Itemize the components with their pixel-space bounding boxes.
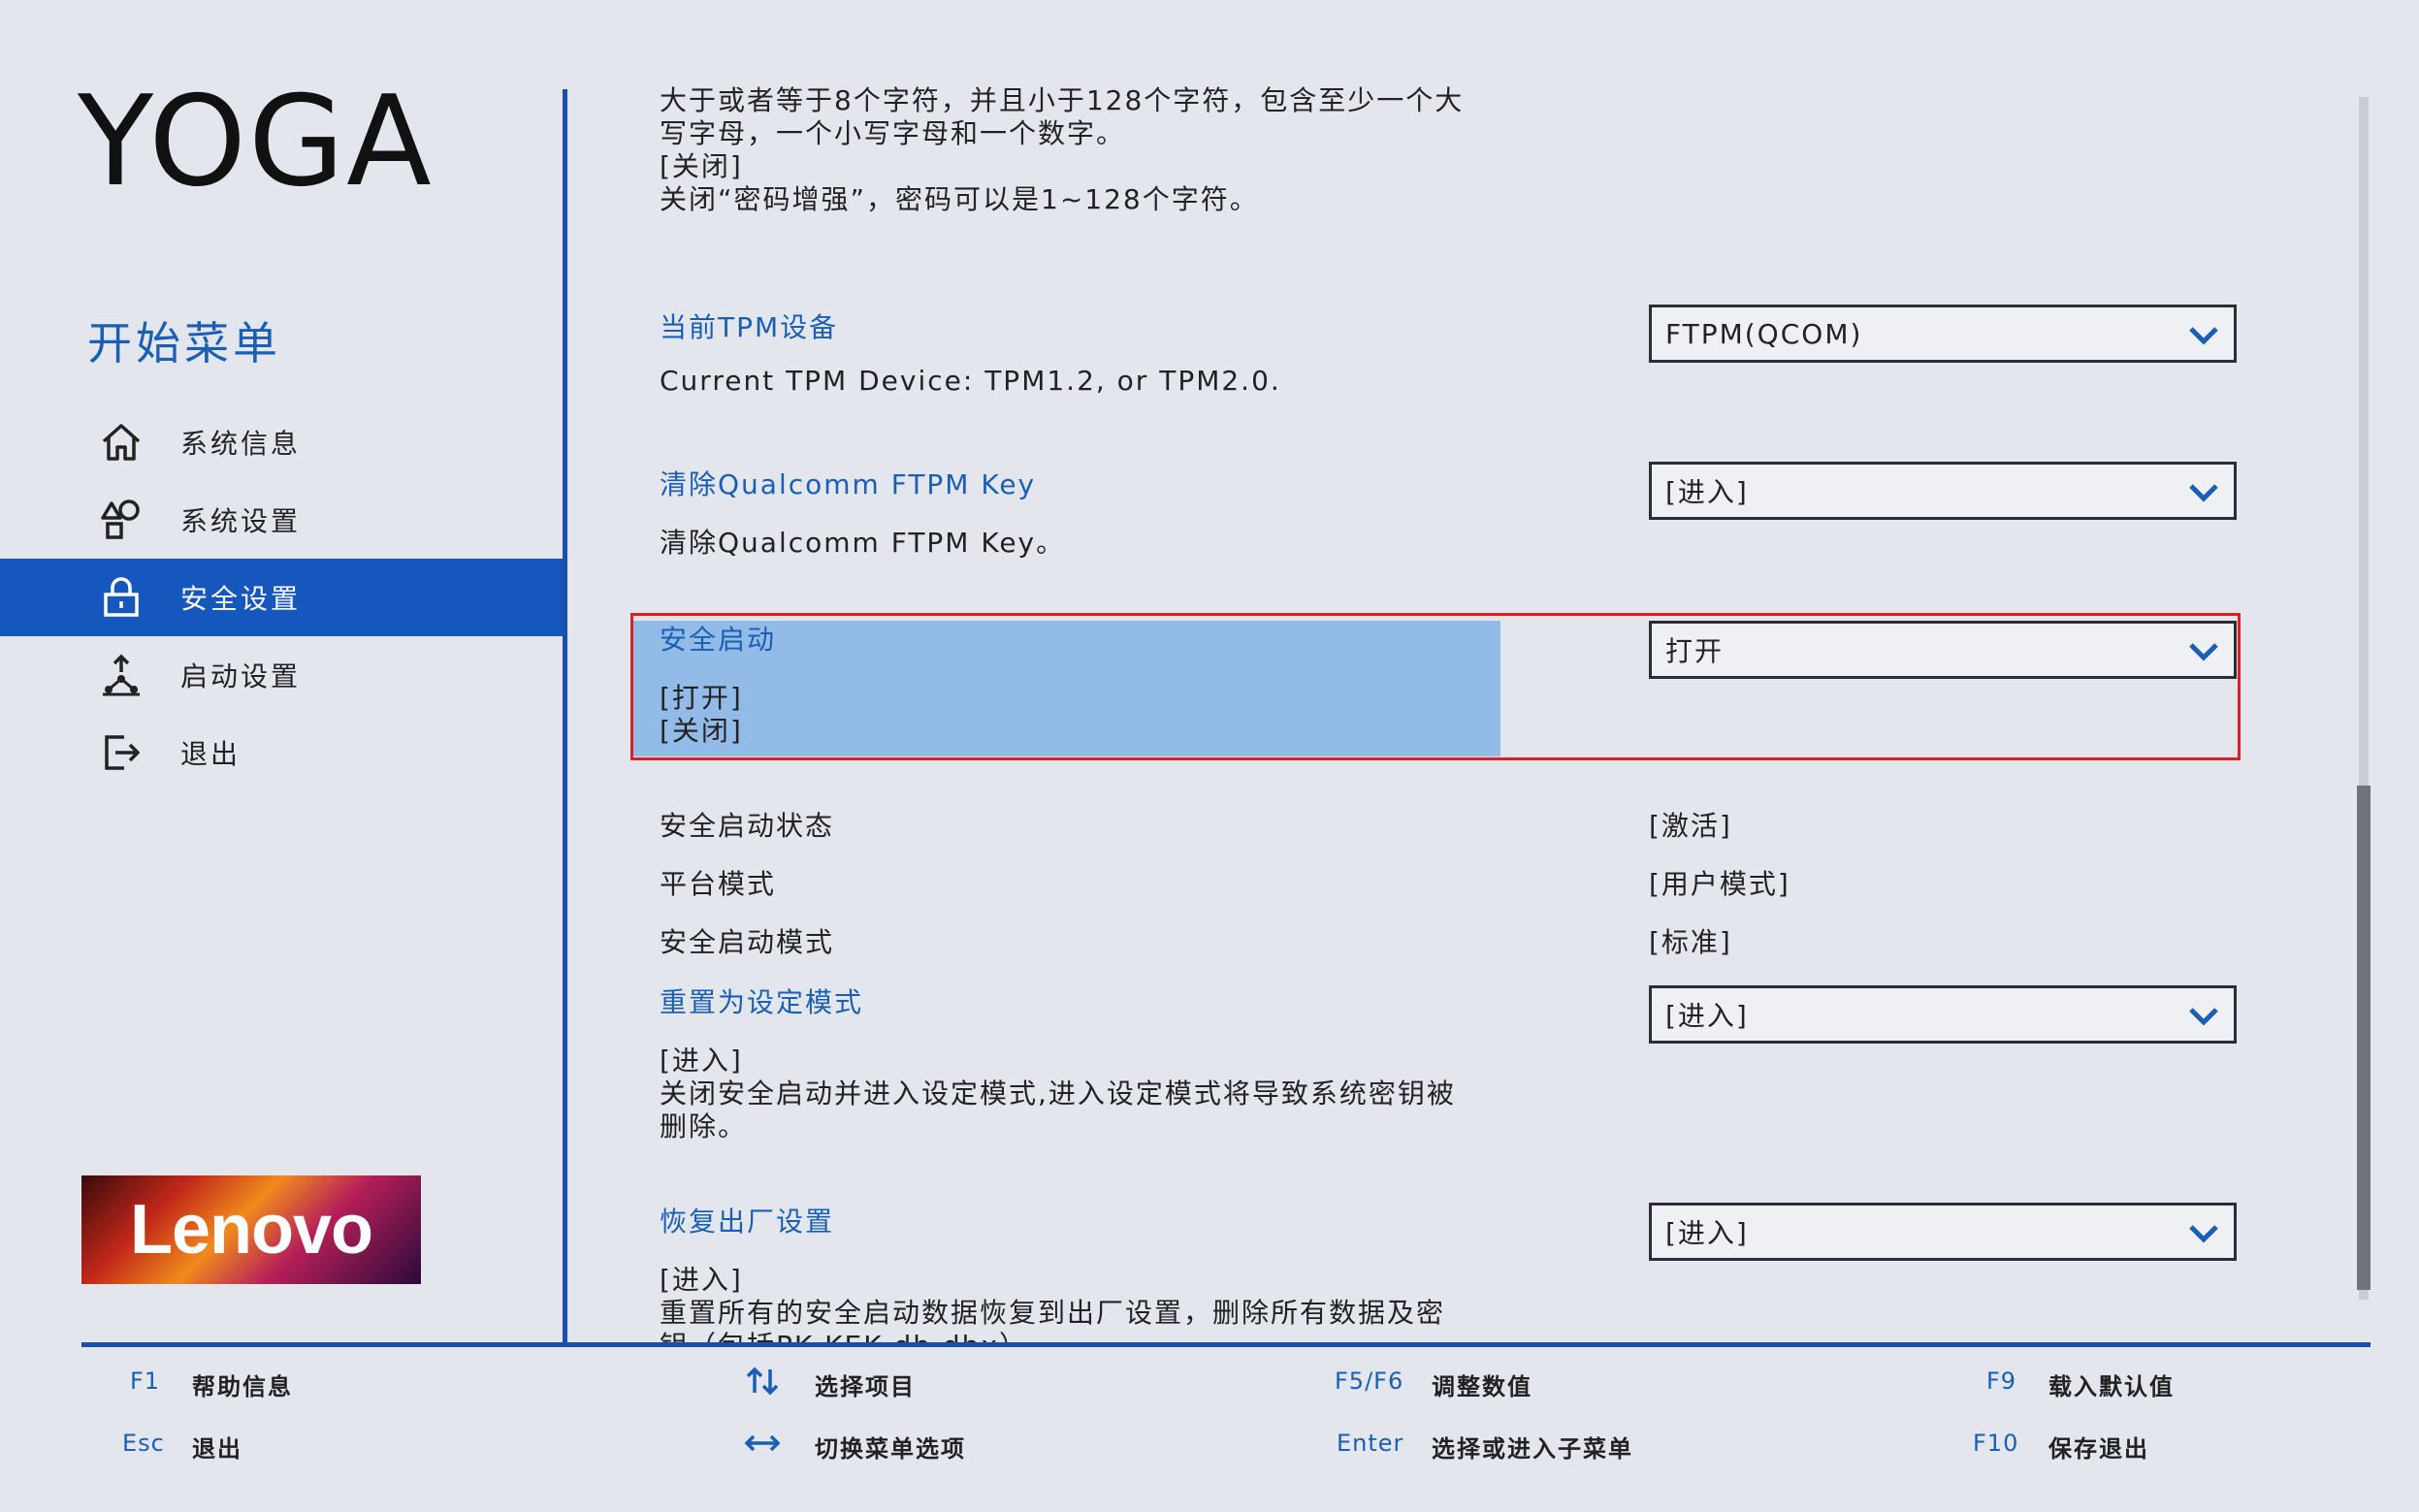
esc-key: Esc: [122, 1430, 165, 1457]
chevron-down-icon: [2189, 327, 2218, 345]
switch-menu-desc: 切换菜单选项: [815, 1435, 966, 1463]
factory-reset-line3: 钥（包括PK,KEK,db,dbx）: [660, 1325, 1028, 1342]
yoga-logo-text: YOGA: [78, 78, 434, 204]
reset-setup-mode-line3: 删除。: [660, 1110, 748, 1142]
sidebar-item-label: 系统信息: [180, 428, 302, 460]
exit-icon: [105, 735, 140, 770]
lock-icon: [104, 577, 139, 617]
up-down-arrows-icon: [746, 1367, 779, 1396]
secure-boot-dropdown[interactable]: 打开: [1649, 621, 2237, 679]
scrollbar-thumb[interactable]: [2357, 786, 2371, 1290]
platform-mode-value: [用户模式]: [1649, 868, 1790, 900]
f5-f6-key: F5/F6: [1335, 1367, 1404, 1395]
sidebar-item-label: 退出: [180, 738, 242, 770]
reset-setup-mode-dropdown[interactable]: [进入]: [1649, 985, 2237, 1044]
tpm-device-dropdown[interactable]: FTPM(QCOM): [1649, 305, 2237, 363]
reset-setup-mode-title: 重置为设定模式: [660, 986, 864, 1018]
chevron-down-icon: [2189, 1225, 2218, 1243]
esc-desc: 退出: [192, 1435, 242, 1463]
reset-setup-mode-line2: 关闭安全启动并进入设定模式,进入设定模式将导致系统密钥被: [660, 1078, 1456, 1110]
f1-key: F1: [130, 1367, 161, 1395]
enter-desc: 选择或进入子菜单: [1432, 1435, 1633, 1463]
dropdown-value: [进入]: [1665, 476, 1749, 508]
boot-icon: [103, 654, 140, 696]
sidebar-item-exit[interactable]: 退出: [0, 714, 566, 791]
sidebar-divider: [563, 89, 567, 1342]
clear-ftpm-key-title: 清除Qualcomm FTPM Key: [660, 468, 1037, 500]
f10-key: F10: [1973, 1430, 2019, 1457]
dropdown-value: 打开: [1665, 635, 1725, 667]
sidebar-item-label: 安全设置: [180, 583, 302, 615]
clear-ftpm-key-desc: 清除Qualcomm FTPM Key。: [660, 527, 1066, 559]
secure-boot-status-label: 安全启动状态: [660, 810, 835, 842]
f5-f6-desc: 调整数值: [1432, 1373, 1532, 1400]
secure-boot-option-off: [关闭]: [660, 715, 743, 747]
platform-mode-label: 平台模式: [660, 868, 777, 900]
enter-key: Enter: [1337, 1430, 1404, 1457]
footer-divider: [81, 1342, 2371, 1347]
secure-boot-status-value: [激活]: [1649, 810, 1732, 842]
chevron-down-icon: [2189, 484, 2218, 502]
left-right-arrows-icon: [744, 1434, 781, 1452]
select-item-desc: 选择项目: [815, 1373, 916, 1400]
sidebar-item-boot-settings[interactable]: 启动设置: [0, 636, 566, 714]
main-content: 大于或者等于8个字符，并且小于128个字符，包含至少一个大 写字母，一个小写字母…: [582, 0, 2371, 1342]
shapes-icon: [101, 499, 140, 539]
password-desc-line4: 关闭“密码增强”，密码可以是1~128个字符。: [660, 183, 1259, 215]
tpm-desc: Current TPM Device: TPM1.2, or TPM2.0.: [660, 365, 1281, 397]
secure-boot-mode-value: [标准]: [1649, 926, 1732, 958]
sidebar-item-label: 系统设置: [180, 505, 302, 537]
sidebar-item-system-settings[interactable]: 系统设置: [0, 481, 566, 559]
lenovo-badge-text: Lenovo: [129, 1191, 373, 1269]
f1-desc: 帮助信息: [192, 1373, 293, 1400]
tpm-title: 当前TPM设备: [660, 311, 839, 343]
f9-key: F9: [1986, 1367, 2017, 1395]
secure-boot-mode-label: 安全启动模式: [660, 926, 835, 958]
clear-ftpm-key-dropdown[interactable]: [进入]: [1649, 462, 2237, 520]
f9-desc: 载入默认值: [2048, 1373, 2175, 1400]
chevron-down-icon: [2189, 643, 2218, 661]
sidebar-item-system-info[interactable]: 系统信息: [0, 403, 566, 481]
dropdown-value: [进入]: [1665, 1000, 1749, 1032]
sidebar-item-security-settings[interactable]: 安全设置: [0, 559, 566, 636]
yoga-logo: YOGA: [78, 78, 434, 204]
secure-boot-title: 安全启动: [660, 624, 777, 656]
start-menu-title: 开始菜单: [87, 317, 281, 370]
sidebar-item-label: 启动设置: [180, 660, 302, 692]
f10-desc: 保存退出: [2048, 1435, 2149, 1463]
factory-reset-dropdown[interactable]: [进入]: [1649, 1203, 2237, 1261]
chevron-down-icon: [2189, 1008, 2218, 1026]
lenovo-badge: Lenovo: [81, 1175, 421, 1284]
factory-reset-title: 恢复出厂设置: [660, 1206, 835, 1238]
dropdown-value: [进入]: [1665, 1217, 1749, 1249]
home-icon: [102, 424, 141, 461]
dropdown-value: FTPM(QCOM): [1665, 317, 1863, 350]
